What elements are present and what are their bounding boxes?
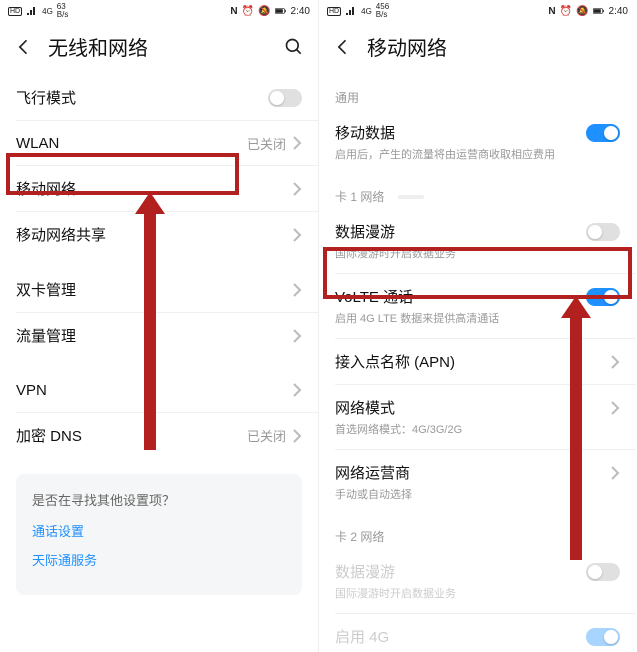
search-icon[interactable] — [284, 37, 304, 57]
value: 已关闭 — [247, 426, 286, 445]
tips-link-skytone[interactable]: 天际通服务 — [32, 550, 286, 569]
label: WLAN — [16, 135, 247, 152]
section-card2: 卡 2 网络 — [319, 514, 636, 549]
battery-icon — [593, 6, 605, 16]
nfc-icon: N — [548, 6, 555, 17]
back-icon[interactable] — [14, 37, 34, 57]
tips-question: 是否在寻找其他设置项？ — [32, 490, 286, 509]
chevron-right-icon — [292, 329, 302, 343]
clock: 2:40 — [291, 6, 310, 17]
label: 移动数据 — [335, 122, 586, 143]
toggle-mobile-data[interactable] — [586, 124, 620, 142]
sub: 国际漫游时开启数据业务 — [335, 585, 620, 601]
row-tethering[interactable]: 移动网络共享 — [0, 212, 318, 257]
row-dualsim[interactable]: 双卡管理 — [0, 267, 318, 312]
phone-left: HD 4G 63B/s N ⏰ 🔕 2:40 无线和网络 飞行模式 WLAN 已… — [0, 0, 318, 652]
row-vpn[interactable]: VPN — [0, 368, 318, 412]
signal-icon — [26, 6, 38, 16]
label: 数据漫游 — [335, 561, 586, 582]
section-card1: 卡 1 网络 — [319, 174, 636, 209]
net-unit: B/s — [376, 11, 389, 19]
tips-link-call[interactable]: 通话设置 — [32, 521, 286, 540]
chevron-right-icon — [292, 383, 302, 397]
sub: 启用后，产生的流量将由运营商收取相应费用 — [335, 146, 620, 162]
chevron-right-icon — [292, 136, 302, 150]
label: 飞行模式 — [16, 87, 268, 108]
tips-card: 是否在寻找其他设置项？ 通话设置 天际通服务 — [16, 474, 302, 595]
sub: 国际漫游时开启数据业务 — [335, 245, 620, 261]
row-dns[interactable]: 加密 DNS 已关闭 — [0, 413, 318, 458]
chevron-right-icon — [292, 429, 302, 443]
row-roaming-2: 数据漫游 国际漫游时开启数据业务 — [319, 549, 636, 613]
toggle-roaming-2 — [586, 563, 620, 581]
dnd-icon: 🔕 — [576, 6, 588, 17]
row-wlan[interactable]: WLAN 已关闭 — [0, 121, 318, 165]
row-enable-4g: 启用 4G — [319, 614, 636, 652]
dnd-icon: 🔕 — [258, 6, 270, 17]
signal-icon — [345, 6, 357, 16]
row-traffic[interactable]: 流量管理 — [0, 313, 318, 358]
label: VoLTE 通话 — [335, 286, 586, 307]
row-carrier[interactable]: 网络运营商 手动或自动选择 — [319, 450, 636, 514]
row-roaming-1[interactable]: 数据漫游 国际漫游时开启数据业务 — [319, 209, 636, 273]
grip-icon — [398, 195, 424, 199]
hd-badge: HD — [327, 7, 341, 16]
label: 启用 4G — [335, 626, 586, 647]
chevron-right-icon — [292, 228, 302, 242]
chevron-right-icon — [610, 466, 620, 480]
section-general: 通用 — [319, 75, 636, 110]
label: 加密 DNS — [16, 425, 247, 446]
label: 网络模式 — [335, 397, 610, 418]
label: 接入点名称 (APN) — [335, 351, 610, 372]
value: 已关闭 — [247, 134, 286, 153]
net-gen: 4G — [361, 7, 372, 16]
alarm-icon: ⏰ — [560, 6, 572, 17]
net-gen: 4G — [42, 7, 53, 16]
chevron-right-icon — [610, 355, 620, 369]
row-netmode-1[interactable]: 网络模式 首选网络模式：4G/3G/2G — [319, 385, 636, 449]
row-mobile-data[interactable]: 移动数据 启用后，产生的流量将由运营商收取相应费用 — [319, 110, 636, 174]
nfc-icon: N — [230, 6, 237, 17]
chevron-right-icon — [292, 283, 302, 297]
toggle-volte[interactable] — [586, 288, 620, 306]
header: 无线和网络 — [0, 22, 318, 75]
net-unit: B/s — [57, 11, 69, 19]
label: 网络运营商 — [335, 462, 610, 483]
alarm-icon: ⏰ — [242, 6, 254, 17]
chevron-right-icon — [292, 182, 302, 196]
header: 移动网络 — [319, 22, 636, 75]
page-title: 移动网络 — [367, 32, 622, 61]
annotation-arrow — [570, 314, 582, 560]
row-airplane[interactable]: 飞行模式 — [0, 75, 318, 120]
status-bar: HD 4G 63B/s N ⏰ 🔕 2:40 — [0, 0, 318, 22]
clock: 2:40 — [609, 6, 628, 17]
toggle-airplane[interactable] — [268, 89, 302, 107]
label: 数据漫游 — [335, 221, 586, 242]
page-title: 无线和网络 — [48, 32, 270, 61]
toggle-4g — [586, 628, 620, 646]
phone-right: HD 4G 456B/s N ⏰ 🔕 2:40 移动网络 通用 移动数据 启用后… — [318, 0, 636, 652]
battery-icon — [275, 6, 287, 16]
hd-badge: HD — [8, 7, 22, 16]
toggle-roaming-1[interactable] — [586, 223, 620, 241]
status-bar: HD 4G 456B/s N ⏰ 🔕 2:40 — [319, 0, 636, 22]
annotation-arrow — [144, 210, 156, 450]
chevron-right-icon — [610, 401, 620, 415]
back-icon[interactable] — [333, 37, 353, 57]
row-apn-1[interactable]: 接入点名称 (APN) — [319, 339, 636, 384]
